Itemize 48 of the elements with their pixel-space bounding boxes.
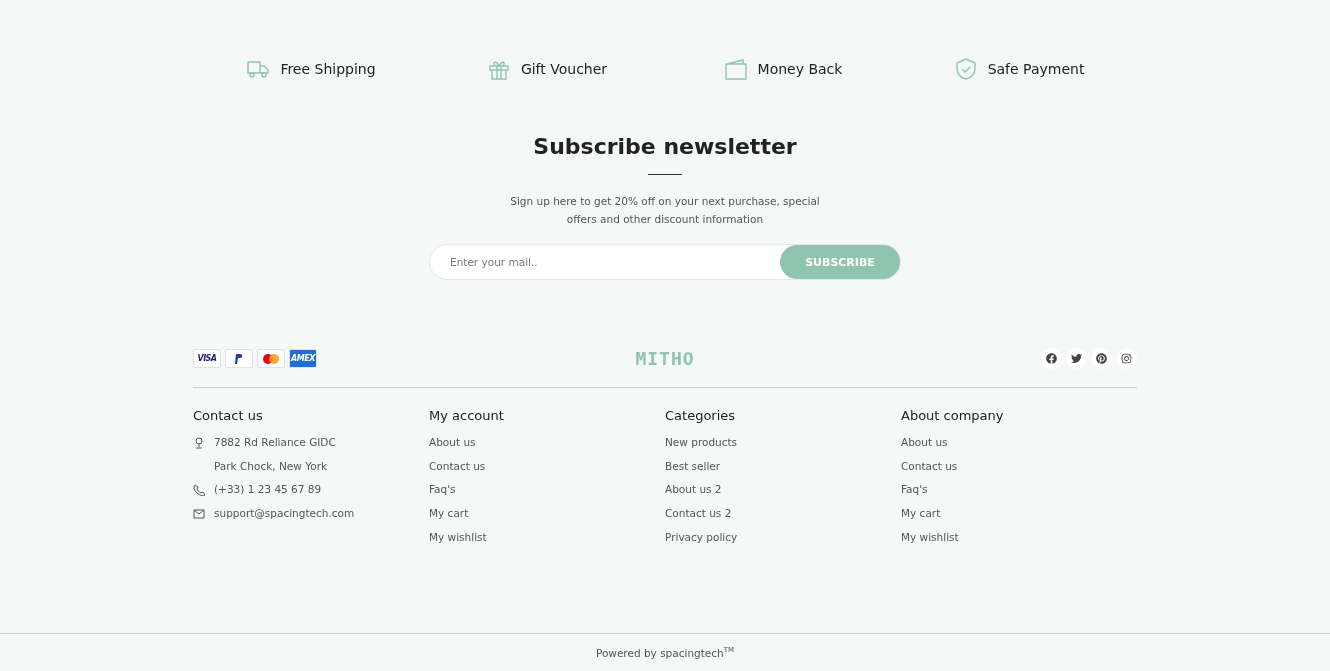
footer-link[interactable]: Faq's — [429, 478, 456, 503]
feature-label: Money Back — [757, 61, 843, 77]
pinterest-button[interactable] — [1091, 348, 1112, 369]
footer-link[interactable]: My cart — [429, 502, 469, 526]
contact-text: Park Chock, New York — [214, 458, 329, 474]
shield-check-icon — [953, 58, 978, 80]
footer-link[interactable]: Contact us — [901, 454, 958, 479]
phone-icon — [193, 484, 205, 497]
mastercard-logo-icon — [263, 353, 279, 364]
contact-text: 7882 Rd Reliance GIDC — [214, 435, 336, 450]
column-title: Contact us — [193, 408, 264, 423]
footer-link[interactable]: About us — [429, 431, 476, 455]
visa-card: VISA — [193, 349, 221, 368]
feature-label: Free Shipping — [280, 61, 376, 77]
facebook-icon — [1046, 353, 1057, 364]
footer-link[interactable]: My wishlist — [901, 525, 959, 550]
feature-label: Gift Voucher — [520, 61, 608, 77]
footer-link[interactable]: New products — [665, 431, 738, 455]
footer-link[interactable]: About us 2 — [665, 478, 722, 503]
column-title: Categories — [665, 408, 737, 423]
pinterest-icon — [1096, 353, 1107, 364]
feature-label: Safe Payment — [987, 61, 1085, 77]
footer-link[interactable]: My wishlist — [429, 525, 487, 550]
amex-card: AMEX — [289, 349, 317, 368]
newsletter-title: Subscribe newsletter — [533, 134, 797, 159]
footer-link[interactable]: Best seller — [665, 454, 721, 479]
twitter-button[interactable] — [1066, 348, 1087, 369]
contact-text: (+33) 1 23 45 67 89 — [214, 482, 322, 498]
paypal-logo-icon — [235, 353, 243, 364]
column-title: About company — [901, 408, 1005, 423]
footer-link[interactable]: Contact us 2 — [665, 502, 732, 526]
footer-link[interactable]: Contact us — [429, 454, 486, 479]
location-pin-icon — [193, 437, 205, 449]
wallet-icon — [723, 58, 748, 80]
twitter-icon — [1071, 353, 1082, 364]
envelope-icon — [193, 508, 205, 521]
footer-link[interactable]: About us — [901, 431, 948, 455]
contact-text: support@spacingtech.com — [214, 506, 355, 522]
instagram-icon — [1121, 353, 1132, 364]
footer-link[interactable]: My cart — [901, 502, 941, 526]
newsletter-text: Sign up here to get 20% off on your next purchase, special offers and other discount information — [509, 194, 821, 227]
footer-link[interactable]: Privacy policy — [665, 525, 738, 550]
truck-icon — [246, 58, 271, 80]
copyright-text: Powered by spacingtech$^{TM}$ — [595, 646, 735, 659]
instagram-button[interactable] — [1116, 348, 1137, 369]
facebook-button[interactable] — [1041, 348, 1062, 369]
column-title: My account — [429, 408, 505, 423]
footer-link[interactable]: Faq's — [901, 478, 928, 503]
